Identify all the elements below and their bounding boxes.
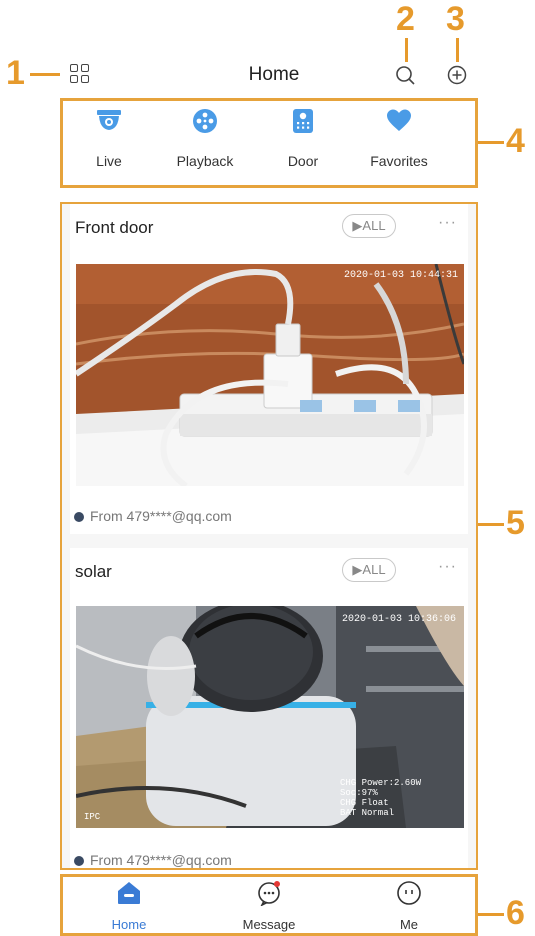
- device-snapshot[interactable]: 2020-01-03 10:44:31: [76, 264, 464, 486]
- quick-item-playback[interactable]: Playback: [160, 108, 250, 169]
- quick-item-favorites[interactable]: Favorites: [354, 108, 444, 169]
- callout-4: 4: [506, 122, 525, 160]
- quick-label-playback: Playback: [176, 153, 234, 169]
- tab-label-me: Me: [399, 917, 419, 932]
- quick-label-door: Door: [287, 153, 319, 169]
- quick-label-live: Live: [96, 153, 122, 169]
- tab-label-message: Message: [242, 917, 296, 932]
- me-face-icon: [397, 881, 421, 905]
- device-card-solar: solar ▶ALL ··· 2020-01-03 10:36:06 CHG P…: [70, 548, 468, 868]
- snapshot-corner-label: IPC: [84, 812, 101, 822]
- callout-3: 3: [446, 0, 465, 38]
- callout-5-line: [476, 523, 504, 526]
- tab-home[interactable]: Home: [84, 880, 174, 932]
- heart-icon: [387, 109, 411, 131]
- overlay-line: BAT Normal: [340, 808, 395, 818]
- callout-6: 6: [506, 894, 525, 932]
- callout-6-line: [476, 913, 504, 916]
- tab-message[interactable]: Message: [224, 880, 314, 932]
- device-snapshot[interactable]: 2020-01-03 10:36:06 CHG Power:2.60W Soc:…: [76, 606, 464, 828]
- shared-from-row: From 479****@qq.com: [74, 852, 232, 868]
- snapshot-timestamp: 2020-01-03 10:44:31: [343, 270, 458, 281]
- snapshot-image-front-door: [76, 264, 464, 486]
- device-list: Front door ▶ALL ··· 2020-01-03 10:44:31 …: [62, 204, 476, 868]
- shared-from-text: From 479****@qq.com: [90, 852, 232, 868]
- quick-item-live[interactable]: Live: [64, 108, 154, 169]
- page-title: Home: [248, 64, 300, 85]
- shared-from-icon: [74, 856, 84, 866]
- more-options-icon[interactable]: ···: [438, 558, 457, 576]
- quick-access-bar: Live Playback Door Favorites: [62, 100, 476, 186]
- door-intercom-icon: [293, 109, 313, 133]
- home-icon: [118, 882, 140, 904]
- callout-1: 1: [6, 54, 25, 92]
- tab-me[interactable]: Me: [364, 880, 454, 932]
- callout-4-line: [476, 141, 504, 144]
- shared-from-text: From 479****@qq.com: [90, 508, 232, 524]
- callout-5: 5: [506, 504, 525, 542]
- snapshot-timestamp: 2020-01-03 10:36:06: [341, 614, 456, 625]
- callout-1-line: [30, 73, 60, 76]
- overlay-line: Soc:97%: [340, 788, 378, 798]
- live-camera-icon: [97, 110, 121, 130]
- device-name: Front door: [75, 218, 154, 237]
- shared-from-icon: [74, 512, 84, 522]
- device-card-front-door: Front door ▶ALL ··· 2020-01-03 10:44:31 …: [70, 204, 468, 534]
- more-options-icon[interactable]: ···: [438, 214, 457, 232]
- play-all-button[interactable]: ▶ALL: [342, 214, 396, 238]
- overlay-line: CHG Float: [340, 798, 389, 808]
- app-header: Home: [64, 56, 484, 96]
- quick-item-door[interactable]: Door: [258, 108, 348, 169]
- search-icon[interactable]: [394, 64, 416, 86]
- playback-reel-icon: [193, 109, 217, 133]
- device-name: solar: [75, 562, 112, 581]
- bottom-tab-bar: Home Message Me: [62, 876, 476, 934]
- add-device-icon[interactable]: [446, 64, 468, 86]
- shared-from-row: From 479****@qq.com: [74, 508, 232, 524]
- quick-label-favorites: Favorites: [370, 153, 428, 169]
- overlay-line: CHG Power:2.60W: [340, 778, 422, 788]
- tab-label-home: Home: [111, 917, 147, 932]
- callout-2: 2: [396, 0, 415, 38]
- solar-status-overlay: CHG Power:2.60W Soc:97% CHG Float BAT No…: [340, 778, 421, 818]
- message-icon: [258, 881, 280, 907]
- play-all-button[interactable]: ▶ALL: [342, 558, 396, 582]
